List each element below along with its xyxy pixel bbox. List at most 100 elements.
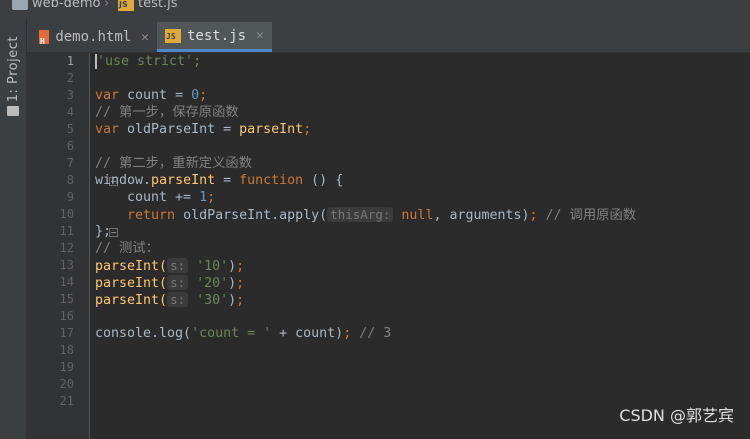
code-token: ; bbox=[199, 88, 208, 103]
line-number: 19 bbox=[59, 360, 74, 374]
code-token: count += bbox=[95, 190, 200, 205]
line-number: 16 bbox=[59, 309, 74, 323]
code-token: () { bbox=[303, 173, 344, 188]
code-token: parseInt( bbox=[95, 276, 168, 291]
code-token: function bbox=[239, 173, 304, 188]
code-token: ) bbox=[228, 293, 237, 308]
code-token: }; bbox=[95, 224, 112, 239]
line-number: 6 bbox=[66, 139, 74, 153]
code-token: count = bbox=[119, 88, 192, 103]
code-editor[interactable]: 'use strict'; var count = 0; // 第一步，保存原函… bbox=[95, 53, 745, 439]
code-line-15: parseInt(s: '30'); bbox=[95, 291, 244, 308]
line-number: 7 bbox=[66, 156, 74, 170]
code-token: ; bbox=[529, 208, 538, 223]
folder-icon bbox=[12, 0, 28, 10]
line-number: 14 bbox=[59, 275, 74, 289]
code-token: window. bbox=[95, 173, 152, 188]
project-folder-icon bbox=[7, 106, 19, 117]
code-line-8: window.parseInt = function () { bbox=[95, 172, 343, 189]
code-line-3: var count = 0; bbox=[95, 87, 207, 104]
navigation-breadcrumb: web-demo › JS test.js bbox=[0, 0, 750, 18]
breadcrumb-project[interactable]: web-demo bbox=[12, 0, 100, 11]
code-comment: // 测试： bbox=[95, 241, 159, 256]
code-token: '20' bbox=[188, 276, 229, 291]
code-token: return bbox=[127, 208, 176, 223]
breadcrumb-file-label: test.js bbox=[138, 0, 178, 11]
code-comment: // 第一步，保存原函数 bbox=[95, 105, 239, 120]
code-token: '10' bbox=[188, 259, 229, 274]
line-number-gutter[interactable]: 1 2 3 4 5 6 7 8 9 10 11 12 13 14 15 16 1… bbox=[27, 53, 118, 439]
code-token: var bbox=[95, 88, 120, 103]
parameter-hint: thisArg: bbox=[327, 207, 394, 222]
line-number: 8 bbox=[66, 173, 74, 187]
code-line-11: }; bbox=[95, 223, 111, 240]
parameter-hint: s: bbox=[167, 292, 189, 307]
code-comment: // 第二步，重新定义函数 bbox=[95, 156, 252, 171]
code-token: ; bbox=[303, 122, 312, 137]
code-line-1: 'use strict'; bbox=[95, 53, 202, 70]
line-number: 13 bbox=[59, 258, 74, 272]
line-number: 15 bbox=[59, 292, 74, 306]
watermark: CSDN @郭艺宾 bbox=[619, 406, 734, 425]
code-line-17: console.log('count = ' + count); // 3 bbox=[95, 325, 391, 342]
parameter-hint: s: bbox=[167, 275, 189, 290]
close-icon[interactable]: ✕ bbox=[141, 30, 149, 45]
code-token: ; bbox=[236, 276, 245, 291]
breadcrumb-file[interactable]: JS test.js bbox=[118, 0, 177, 11]
code-token: 'use strict'; bbox=[95, 54, 202, 69]
line-number: 1 bbox=[66, 54, 74, 68]
tab-demo-html[interactable]: demo.html ✕ bbox=[31, 22, 157, 52]
code-line-7: // 第二步，重新定义函数 bbox=[95, 155, 252, 172]
code-token: parseInt bbox=[239, 122, 304, 137]
code-comment: // 3 bbox=[351, 326, 392, 341]
code-token: null bbox=[393, 208, 434, 223]
code-line-14: parseInt(s: '20'); bbox=[95, 274, 244, 291]
code-token: ) bbox=[228, 276, 237, 291]
line-number: 21 bbox=[59, 394, 74, 408]
line-number: 3 bbox=[66, 88, 74, 102]
code-token: ; bbox=[207, 190, 216, 205]
project-tool-tab[interactable]: 1: Project bbox=[4, 36, 22, 117]
tab-label: demo.html bbox=[55, 29, 132, 45]
code-token: console.log( bbox=[95, 326, 192, 341]
code-comment: // 调用原函数 bbox=[537, 208, 637, 223]
code-token: = bbox=[215, 173, 240, 188]
line-number: 17 bbox=[59, 326, 74, 340]
code-line-12: // 测试： bbox=[95, 240, 159, 257]
code-line-13: parseInt(s: '10'); bbox=[95, 257, 244, 274]
project-tool-tab-label: 1: Project bbox=[5, 36, 21, 103]
code-token: ; bbox=[236, 293, 245, 308]
code-line-5: var oldParseInt = parseInt; bbox=[95, 121, 311, 138]
code-token: '30' bbox=[188, 293, 229, 308]
code-token: + count) bbox=[271, 326, 344, 341]
line-number: 10 bbox=[59, 207, 74, 221]
code-line-9: count += 1; bbox=[95, 189, 215, 206]
code-token: 1 bbox=[199, 190, 208, 205]
code-token: oldParseInt = bbox=[119, 122, 240, 137]
code-token: , arguments) bbox=[433, 208, 530, 223]
html-file-icon bbox=[39, 30, 50, 46]
close-icon[interactable]: ✕ bbox=[256, 28, 264, 43]
code-token: 0 bbox=[191, 88, 200, 103]
code-token: var bbox=[95, 122, 120, 137]
line-number: 4 bbox=[66, 105, 74, 119]
editor-tab-bar: demo.html ✕ JS test.js ✕ bbox=[27, 18, 750, 53]
js-file-icon: JS bbox=[118, 0, 134, 11]
line-number: 2 bbox=[66, 71, 74, 85]
code-token: parseInt bbox=[151, 173, 216, 188]
code-token: oldParseInt.apply( bbox=[175, 208, 328, 223]
code-token: ; bbox=[236, 259, 245, 274]
tool-window-strip: 1: Project bbox=[0, 18, 27, 439]
line-number: 5 bbox=[66, 122, 74, 136]
breadcrumb-separator: › bbox=[104, 0, 110, 11]
tab-test-js[interactable]: JS test.js ✕ bbox=[157, 22, 272, 52]
line-number: 18 bbox=[59, 343, 74, 357]
code-token: parseInt( bbox=[95, 259, 168, 274]
line-number: 12 bbox=[59, 241, 74, 255]
tab-label: test.js bbox=[187, 27, 247, 44]
line-number: 9 bbox=[66, 190, 74, 204]
parameter-hint: s: bbox=[167, 258, 189, 273]
code-token: ) bbox=[228, 259, 237, 274]
line-number: 11 bbox=[59, 224, 74, 238]
